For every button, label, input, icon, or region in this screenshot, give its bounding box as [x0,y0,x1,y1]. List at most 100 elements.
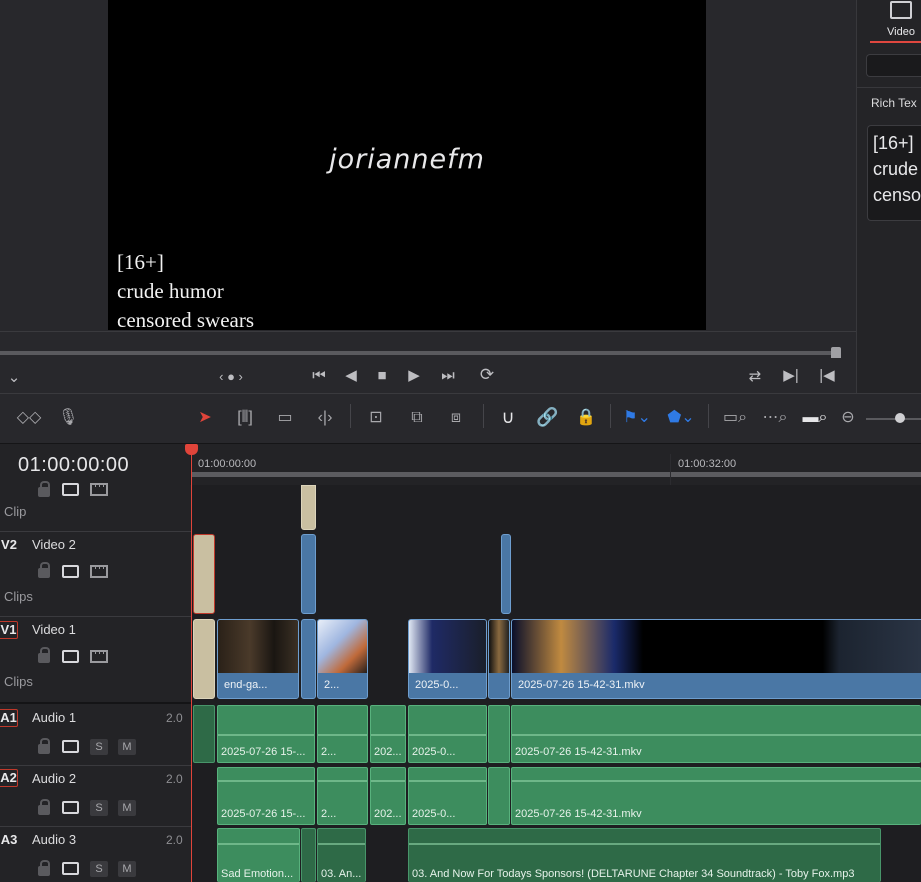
lock-icon[interactable] [38,799,50,815]
video-clip[interactable] [301,619,316,699]
track-name-a2[interactable]: Audio 2 [32,771,76,786]
match-frame-icon[interactable]: ⇄ [744,368,766,386]
playhead-line[interactable] [191,451,192,882]
video-clip[interactable]: 2... [317,619,368,699]
solo-button[interactable]: S [90,739,108,755]
film-icon[interactable] [90,483,108,496]
track-name-v2[interactable]: Video 2 [32,537,76,552]
play-reverse-icon[interactable]: ◀ [341,367,361,385]
zoom-custom-icon[interactable]: ▬⌕ [800,408,830,428]
viewer-nav-dots[interactable]: ‹ ● › [206,368,256,386]
inspector-search-field[interactable] [866,54,921,77]
audio-clip[interactable]: 2025-0... [408,705,487,763]
insert-clip-icon[interactable]: ⊡ [362,408,390,428]
track-name-v1[interactable]: Video 1 [32,622,76,637]
mute-button[interactable]: M [118,800,136,816]
timeline-ruler[interactable] [191,444,921,485]
blade-tool-icon[interactable]: ‹|› [312,408,338,428]
audio-clip[interactable]: 2025-07-26 15-... [217,767,315,825]
audio-clip[interactable] [488,767,510,825]
title-clip-v2[interactable] [193,534,215,614]
zoom-slider-handle[interactable] [895,413,905,423]
trim-tool-icon[interactable]: [⫴] [230,408,260,428]
timeline-timecode[interactable]: 01:00:00:00 [18,454,129,477]
lock-icon[interactable] [38,647,50,663]
track-id-a3[interactable]: A3 [0,832,18,850]
audio-clip[interactable]: 2... [317,705,368,763]
track-name-a3[interactable]: Audio 3 [32,832,76,847]
title-clip-v3[interactable] [301,485,316,530]
skip-to-start-icon[interactable]: ⏮ [307,367,331,385]
track-id-a2[interactable]: A2 [0,769,18,787]
rich-text-editor[interactable]: [16+] crude censo [867,125,921,221]
visibility-icon[interactable] [62,740,79,753]
mute-button[interactable]: M [118,861,136,877]
position-lock-icon[interactable]: 🔒 [576,408,596,428]
lock-icon[interactable] [38,562,50,578]
solo-button[interactable]: S [90,861,108,877]
visibility-icon[interactable] [62,862,79,875]
loop-icon[interactable]: ⟳ [475,366,499,384]
video-clip[interactable] [488,619,510,699]
replace-clip-icon[interactable]: ⧈ [441,408,471,428]
video-clip[interactable]: 2025-07-26 15-42-31.mkv [511,619,921,699]
video-clip[interactable]: end-ga... [217,619,299,699]
audio-clip[interactable]: 2025-07-26 15-42-31.mkv [511,767,921,825]
solo-button[interactable]: S [90,800,108,816]
prev-frame-icon[interactable]: |◀ [818,367,836,385]
zoom-out-icon[interactable]: ⊖ [840,408,856,428]
audio-clip[interactable] [488,705,510,763]
snap-diamond-icon[interactable]: ◇◇ [16,408,42,428]
audio-clip[interactable] [193,705,215,763]
viewer-canvas[interactable]: joriannefm [16+] crude humor censored sw… [108,0,706,332]
video-clip[interactable]: 2025-0... [408,619,487,699]
linked-selection-icon[interactable]: 🔗 [536,407,558,427]
zoom-slider-track[interactable] [866,418,921,420]
scrub-handle[interactable] [831,347,841,358]
audio-clip[interactable]: 202... [370,767,406,825]
visibility-icon[interactable] [62,650,79,663]
lock-icon[interactable] [38,860,50,876]
dynamic-trim-icon[interactable]: ▭ [272,408,298,428]
marker-icon[interactable]: ⬟⌄ [666,408,696,428]
audio-clip[interactable]: 03. An... [317,828,366,882]
track-name-a1[interactable]: Audio 1 [32,710,76,725]
selection-tool-icon[interactable]: ➤ [196,408,214,428]
skip-to-end-icon[interactable]: ⏭ [436,367,460,385]
zoom-detail-icon[interactable]: ⋯⌕ [760,408,790,428]
audio-clip[interactable]: 2025-07-26 15-42-31.mkv [511,705,921,763]
playhead-handle[interactable] [185,444,198,455]
title-clip-v1[interactable] [193,619,215,699]
visibility-icon[interactable] [62,801,79,814]
next-frame-icon[interactable]: ▶| [782,367,800,385]
audio-clip[interactable]: 2025-0... [408,767,487,825]
stop-icon[interactable]: ■ [372,367,392,385]
visibility-icon[interactable] [62,483,79,496]
visibility-icon[interactable] [62,565,79,578]
track-id-v2[interactable]: V2 [0,537,18,555]
track-id-v1[interactable]: V1 [0,621,18,639]
audio-clip[interactable]: 2... [317,767,368,825]
lock-icon[interactable] [38,481,50,497]
zoom-full-icon[interactable]: ▭⌕ [720,408,750,428]
lock-icon[interactable] [38,738,50,754]
tab-video[interactable]: Video [887,26,915,38]
microphone-icon[interactable]: 🎙 [58,408,78,428]
flag-icon[interactable]: ⚑⌄ [622,408,652,428]
snapping-magnet-icon[interactable]: ∪ [497,407,519,427]
audio-clip[interactable]: 2025-07-26 15-... [217,705,315,763]
play-icon[interactable]: ▶ [404,367,424,385]
audio-clip[interactable] [301,828,316,882]
chevron-down-icon[interactable]: ⌄ [6,369,22,387]
mute-button[interactable]: M [118,739,136,755]
film-icon[interactable] [90,565,108,578]
overwrite-clip-icon[interactable]: ⧉ [403,408,431,428]
track-id-a1[interactable]: A1 [0,709,18,727]
audio-clip[interactable]: 03. And Now For Todays Sponsors! (DELTAR… [408,828,881,882]
viewer-scrub-bar[interactable] [0,351,836,355]
film-icon[interactable] [90,650,108,663]
audio-clip[interactable]: Sad Emotion... [217,828,300,882]
video-clip-v2[interactable] [301,534,316,614]
audio-clip[interactable]: 202... [370,705,406,763]
video-clip-v2[interactable] [501,534,511,614]
